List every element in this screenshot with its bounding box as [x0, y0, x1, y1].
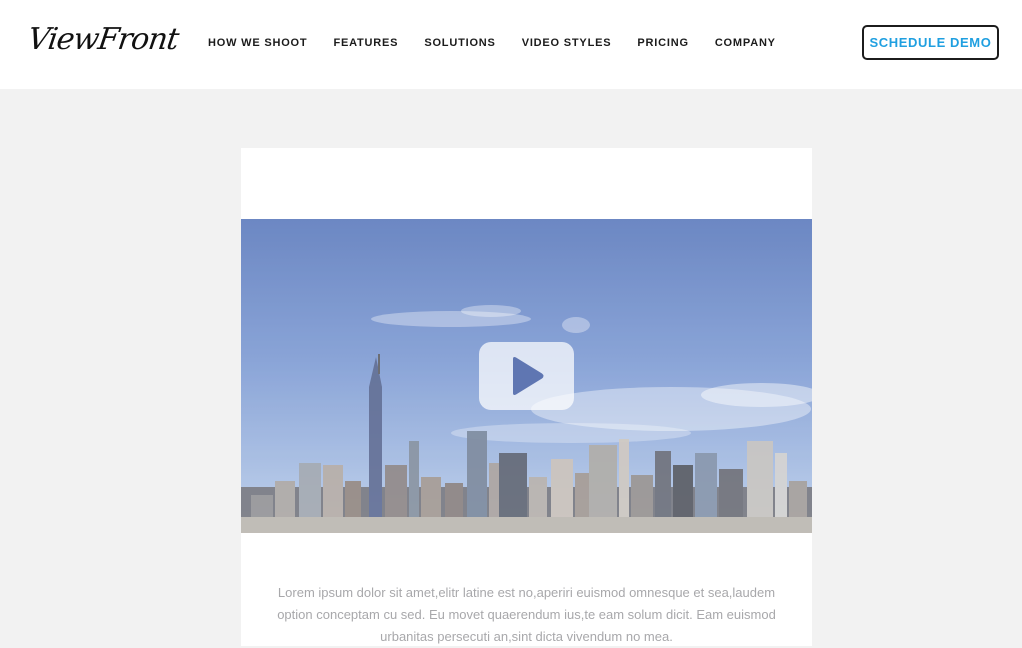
- schedule-demo-button[interactable]: SCHEDULE DEMO: [862, 25, 999, 60]
- content-card: Lorem ipsum dolor sit amet,elitr latine …: [241, 148, 812, 646]
- logo[interactable]: ViewFront: [25, 18, 181, 62]
- nav-item-video-styles[interactable]: VIDEO STYLES: [522, 37, 612, 49]
- nav-item-features[interactable]: FEATURES: [333, 37, 398, 49]
- play-button[interactable]: [479, 342, 574, 410]
- nav-item-company[interactable]: COMPANY: [715, 37, 776, 49]
- nav-item-solutions[interactable]: SOLUTIONS: [424, 37, 495, 49]
- video-description: Lorem ipsum dolor sit amet,elitr latine …: [277, 585, 776, 644]
- nav-item-pricing[interactable]: PRICING: [637, 37, 688, 49]
- video-player[interactable]: [241, 219, 812, 533]
- play-icon: [512, 357, 543, 395]
- nav-item-how-we-shoot[interactable]: HOW WE SHOOT: [208, 37, 307, 49]
- site-header: ViewFront HOW WE SHOOT FEATURES SOLUTION…: [0, 0, 1022, 89]
- main-nav: HOW WE SHOOT FEATURES SOLUTIONS VIDEO ST…: [208, 0, 802, 86]
